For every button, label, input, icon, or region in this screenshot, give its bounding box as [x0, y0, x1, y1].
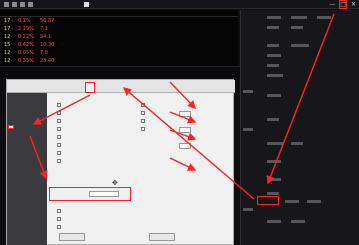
- option-checkbox[interactable]: [57, 151, 61, 155]
- table-cell: 12: [4, 50, 11, 56]
- option-checkbox[interactable]: [57, 209, 61, 213]
- menu-item[interactable]: [267, 26, 279, 29]
- table-cell: 0.1%: [18, 18, 31, 24]
- menu-item[interactable]: [267, 178, 281, 181]
- menu-section: [243, 208, 253, 211]
- toolbar-icon[interactable]: [28, 2, 33, 7]
- table-row[interactable]: 12 0.35% 23.40: [0, 58, 238, 66]
- dropdown-menu-panel: [240, 10, 359, 245]
- highlighted-option-field[interactable]: [89, 191, 119, 197]
- table-cell: 56.87: [40, 18, 55, 24]
- menu-item[interactable]: [267, 74, 283, 77]
- table-cell: 0.35%: [18, 58, 34, 64]
- table-cell: 34.1: [40, 34, 52, 40]
- menu-bar: [0, 66, 240, 78]
- mouse-cursor-icon: ✥: [112, 179, 118, 187]
- option-checkbox[interactable]: [57, 135, 61, 139]
- table-cell: 15: [4, 42, 11, 48]
- table-cell: 12: [4, 58, 11, 64]
- option-value-field[interactable]: [179, 143, 191, 149]
- option-checkbox[interactable]: [57, 225, 61, 229]
- title-bar: — □ ✕: [0, 0, 359, 9]
- table-row[interactable]: 17 2.19% 7.1: [0, 26, 238, 34]
- toolbar-icon[interactable]: [20, 2, 25, 7]
- menu-item[interactable]: [285, 200, 299, 203]
- menu-item[interactable]: [267, 16, 281, 19]
- table-cell: 2.19%: [18, 26, 34, 32]
- tab[interactable]: [49, 82, 57, 93]
- menu-item[interactable]: [267, 142, 283, 145]
- settings-dialog: [6, 79, 235, 245]
- option-checkbox[interactable]: [57, 217, 61, 221]
- settings-options: [49, 95, 231, 243]
- option-checkbox[interactable]: [57, 127, 61, 131]
- option-value-field[interactable]: [179, 111, 191, 117]
- table-cell: 0.22%: [18, 34, 34, 40]
- menu-item[interactable]: [291, 142, 303, 145]
- grid-header: [0, 10, 238, 17]
- menu-item[interactable]: [267, 192, 279, 195]
- option-checkbox[interactable]: [57, 103, 61, 107]
- menu-item[interactable]: [291, 220, 305, 223]
- menu-item[interactable]: [267, 118, 279, 121]
- table-cell: 17: [4, 18, 11, 24]
- table-cell: 0.05%: [18, 50, 34, 56]
- table-row[interactable]: 12 0.05% 7.8: [0, 50, 238, 58]
- table-row[interactable]: 12 0.22% 34.1: [0, 34, 238, 42]
- tab-active[interactable]: [85, 82, 95, 93]
- toolbar-icon[interactable]: [12, 2, 17, 7]
- option-checkbox[interactable]: [57, 111, 61, 115]
- toolbar-icon[interactable]: [4, 2, 9, 7]
- menu-item[interactable]: [307, 200, 321, 203]
- table-cell: 7.1: [40, 26, 48, 32]
- option-checkbox[interactable]: [57, 159, 61, 163]
- menu-button[interactable]: □: [339, 0, 347, 9]
- dialog-button[interactable]: [59, 233, 85, 241]
- quote-grid: 17 0.1% 56.87 17 2.19% 7.1 12 0.22% 34.1 15 0.4…: [0, 10, 238, 66]
- window-controls: — □ ✕: [329, 0, 356, 9]
- menu-item[interactable]: [267, 54, 281, 57]
- system-settings-menu-item[interactable]: [257, 196, 279, 205]
- menu-item[interactable]: [267, 44, 279, 47]
- menu-item[interactable]: [267, 94, 281, 97]
- menu-item[interactable]: [291, 44, 309, 47]
- option-checkbox[interactable]: [57, 119, 61, 123]
- table-row[interactable]: 17 0.1% 56.87: [0, 18, 238, 26]
- menu-item[interactable]: [267, 160, 281, 163]
- table-cell: 0.42%: [18, 42, 34, 48]
- table-cell: 12: [4, 34, 11, 40]
- menu-item[interactable]: [291, 26, 303, 29]
- minimize-button[interactable]: —: [329, 1, 335, 8]
- table-cell: 7.8: [40, 50, 48, 56]
- menu-item[interactable]: [267, 64, 279, 67]
- table-row[interactable]: 15 0.42% 10.30: [0, 42, 238, 50]
- close-button[interactable]: ✕: [351, 1, 356, 8]
- menu-section: [243, 128, 253, 131]
- option-value-field[interactable]: [179, 127, 191, 133]
- option-checkbox[interactable]: [141, 127, 145, 131]
- menu-item[interactable]: [291, 16, 307, 19]
- dialog-button[interactable]: [149, 233, 175, 241]
- menu-section: [243, 90, 253, 93]
- table-cell: 10.30: [40, 42, 55, 48]
- option-checkbox[interactable]: [141, 103, 145, 107]
- table-cell: 23.40: [40, 58, 55, 64]
- app-logo-icon: [84, 2, 89, 7]
- option-checkbox[interactable]: [141, 119, 145, 123]
- tab[interactable]: [123, 82, 131, 93]
- menu-item[interactable]: [317, 16, 331, 19]
- menu-item[interactable]: [267, 220, 281, 223]
- settings-category-list: [7, 93, 47, 245]
- option-checkbox[interactable]: [57, 143, 61, 147]
- tab[interactable]: [13, 82, 21, 93]
- option-checkbox[interactable]: [141, 111, 145, 115]
- category-item-selected[interactable]: [8, 125, 14, 129]
- dialog-tabs: [7, 80, 235, 93]
- table-cell: 17: [4, 26, 11, 32]
